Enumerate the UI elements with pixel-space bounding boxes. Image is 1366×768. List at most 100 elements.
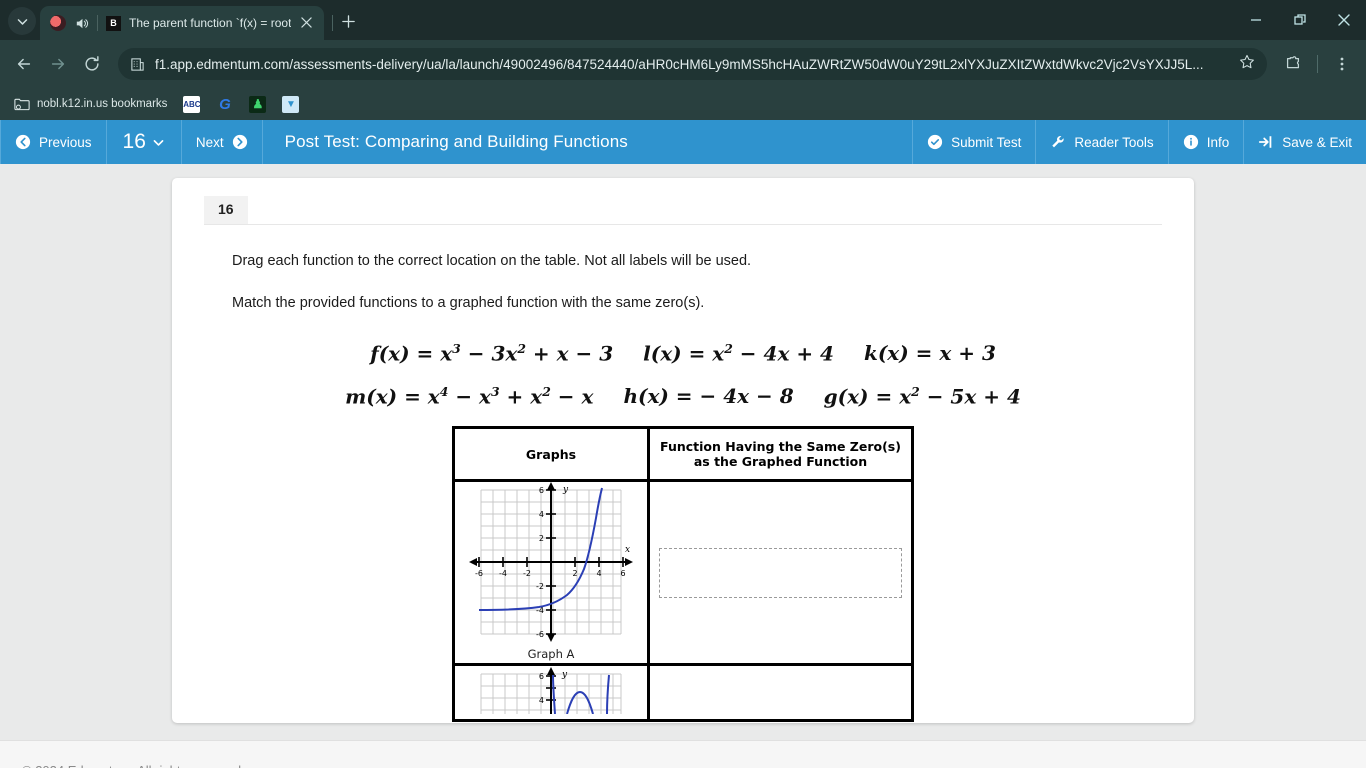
tab-divider xyxy=(97,15,98,31)
managed-folder-icon xyxy=(14,97,30,111)
green-bookmark-icon[interactable]: ♟ xyxy=(249,95,267,113)
copyright-text: © 2024 Edmentum. All rights reserved. xyxy=(22,763,245,768)
match-table-body: -6 -4 -2 2 4 6 6 4 2 -2 -4 -6 y x Graph … xyxy=(452,479,914,723)
reader-tools-label: Reader Tools xyxy=(1074,134,1154,150)
check-circle-icon xyxy=(927,134,943,150)
function-g[interactable]: g(x) = x2 − 5x + 4 xyxy=(824,384,1021,409)
browser-window: B The parent function `f(x) = root f1.ap… xyxy=(0,0,1366,120)
next-button[interactable]: Next xyxy=(182,120,263,164)
abc-bookmark-icon[interactable]: ABC xyxy=(183,95,201,113)
question-number-row: 16 xyxy=(204,178,1162,225)
bookmark-folder-label: nobl.k12.in.us bookmarks xyxy=(37,98,168,110)
previous-button[interactable]: Previous xyxy=(0,120,107,164)
question-number-badge: 16 xyxy=(204,196,248,224)
instruction-line-2: Match the provided functions to a graphe… xyxy=(232,295,705,311)
svg-text:-6: -6 xyxy=(475,569,483,578)
graph-a-label: Graph A xyxy=(527,647,575,662)
close-icon[interactable] xyxy=(1322,2,1366,38)
three-dot-menu-icon[interactable] xyxy=(1326,48,1358,80)
svg-text:6: 6 xyxy=(539,486,544,495)
svg-text:y: y xyxy=(561,670,568,680)
page-footer: © 2024 Edmentum. All rights reserved. xyxy=(0,740,1366,768)
new-tab-icon[interactable] xyxy=(341,14,356,34)
drop-target-a[interactable] xyxy=(659,547,902,598)
answer-cell-b[interactable] xyxy=(647,663,914,723)
graph-b-plot: 6 4 y xyxy=(480,667,622,715)
column-header-answer: Function Having the Same Zero(s) as the … xyxy=(647,426,914,483)
function-k[interactable]: k(x) = x + 3 xyxy=(864,341,996,366)
instruction-line-1: Drag each function to the correct locati… xyxy=(232,253,752,269)
back-arrow-icon[interactable] xyxy=(8,48,40,80)
question-card: 16 Drag each function to the correct loc… xyxy=(172,178,1194,723)
svg-text:-6: -6 xyxy=(536,630,544,639)
arrow-left-circle-icon xyxy=(15,134,31,150)
info-circle-icon xyxy=(1183,134,1199,150)
function-m[interactable]: m(x) = x4 − x3 + x2 − x xyxy=(345,384,593,409)
save-and-exit-label: Save & Exit xyxy=(1282,134,1352,150)
arrow-right-circle-icon xyxy=(232,134,248,150)
assessment-body: 16 Drag each function to the correct loc… xyxy=(0,164,1366,740)
restore-icon[interactable] xyxy=(1278,2,1322,38)
svg-text:4: 4 xyxy=(539,696,544,705)
assessment-toolbar: Previous 16 Next Post Test: Comparing an… xyxy=(0,120,1366,164)
function-bank: f(x) = x3 − 3x2 + x − 3 l(x) = x2 − 4x +… xyxy=(204,341,1162,408)
tab-audio-speaker-icon[interactable] xyxy=(74,16,89,31)
svg-text:2: 2 xyxy=(539,534,544,543)
nav-divider xyxy=(1317,55,1318,73)
match-table-head: Graphs Function Having the Same Zero(s) … xyxy=(452,426,914,483)
function-l[interactable]: l(x) = x2 − 4x + 4 xyxy=(643,341,834,366)
browser-tab[interactable]: B The parent function `f(x) = root xyxy=(40,6,325,40)
site-info-icon[interactable] xyxy=(130,57,145,72)
function-h[interactable]: h(x) = − 4x − 8 xyxy=(623,384,793,409)
bookmark-folder-managed[interactable]: nobl.k12.in.us bookmarks xyxy=(8,94,173,114)
nav-right-actions xyxy=(1277,48,1358,80)
tab-close-icon[interactable] xyxy=(299,16,314,31)
toolbar-right-actions: Submit Test Reader Tools Info Save & Exi… xyxy=(912,120,1366,164)
svg-text:6: 6 xyxy=(620,569,625,578)
graph-cell-a: -6 -4 -2 2 4 6 6 4 2 -2 -4 -6 y x Graph … xyxy=(452,479,650,667)
info-button[interactable]: Info xyxy=(1167,120,1244,164)
svg-text:-2: -2 xyxy=(523,569,531,578)
reader-tools-button[interactable]: Reader Tools xyxy=(1035,120,1167,164)
bookmark-star-icon[interactable] xyxy=(1239,54,1255,75)
chevron-down-icon xyxy=(152,136,165,149)
column-header-graphs: Graphs xyxy=(452,426,650,483)
window-controls xyxy=(1234,0,1366,40)
svg-text:x: x xyxy=(625,545,630,555)
svg-text:4: 4 xyxy=(596,569,601,578)
tab-title: The parent function `f(x) = root xyxy=(129,16,292,30)
new-tab-divider xyxy=(332,15,334,31)
svg-text:y: y xyxy=(562,485,569,495)
puzzle-piece-icon[interactable] xyxy=(1277,48,1309,80)
bookmarks-bar: nobl.k12.in.us bookmarks ABC G ♟ ▼ xyxy=(0,88,1366,120)
minimize-icon[interactable] xyxy=(1234,2,1278,38)
submit-test-button[interactable]: Submit Test xyxy=(912,120,1035,164)
svg-text:4: 4 xyxy=(539,510,544,519)
tab-favicon-icon xyxy=(50,15,66,31)
function-f[interactable]: f(x) = x3 − 3x2 + x − 3 xyxy=(370,341,613,366)
google-bookmark-icon[interactable]: G xyxy=(216,96,233,113)
save-and-exit-button[interactable]: Save & Exit xyxy=(1243,120,1366,164)
tab-strip: B The parent function `f(x) = root xyxy=(0,0,1366,40)
wrench-icon xyxy=(1050,134,1066,150)
next-label: Next xyxy=(195,134,224,150)
reload-icon[interactable] xyxy=(76,48,108,80)
light-blue-bookmark-icon[interactable]: ▼ xyxy=(282,95,300,113)
answer-cell-a[interactable] xyxy=(647,479,914,667)
svg-text:6: 6 xyxy=(539,672,544,681)
submit-test-label: Submit Test xyxy=(951,134,1022,150)
address-bar[interactable]: f1.app.edmentum.com/assessments-delivery… xyxy=(118,48,1267,80)
forward-arrow-icon[interactable] xyxy=(42,48,74,80)
table-header-row: Graphs Function Having the Same Zero(s) … xyxy=(452,426,914,483)
svg-text:-4: -4 xyxy=(499,569,507,578)
page-number-selector[interactable]: 16 xyxy=(107,120,182,164)
column-header-answer-line2: as the Graphed Function xyxy=(693,454,868,470)
graph-cell-b: 6 4 y xyxy=(452,663,650,723)
table-row: 6 4 y xyxy=(452,663,914,723)
previous-label: Previous xyxy=(39,134,92,150)
function-row-1: f(x) = x3 − 3x2 + x − 3 l(x) = x2 − 4x +… xyxy=(204,341,1162,366)
tab-search-icon[interactable] xyxy=(8,7,36,35)
function-row-2: m(x) = x4 − x3 + x2 − x h(x) = − 4x − 8 … xyxy=(204,384,1162,409)
svg-text:-2: -2 xyxy=(536,582,544,591)
address-bar-url: f1.app.edmentum.com/assessments-delivery… xyxy=(155,56,1204,72)
